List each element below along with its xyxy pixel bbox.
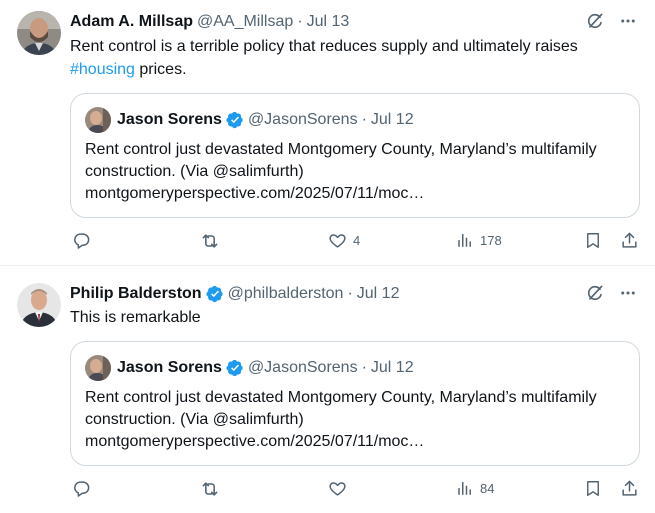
tweet-text-part: Rent control is a terrible policy that r…	[70, 38, 578, 55]
bookmark-icon	[584, 231, 602, 250]
quote-avatar	[85, 107, 111, 133]
like-icon	[328, 479, 347, 498]
quote-text: Rent control just devastated Montgomery …	[85, 141, 597, 202]
reply-icon	[72, 231, 91, 250]
author-handle[interactable]: @AA_Millsap	[197, 13, 293, 31]
like-button[interactable]	[328, 479, 353, 498]
avatar[interactable]	[17, 11, 61, 55]
views-icon	[456, 231, 474, 249]
top-icons	[585, 283, 637, 303]
retweet-button[interactable]	[200, 231, 226, 251]
avatar[interactable]	[17, 283, 61, 327]
reply-icon	[72, 479, 91, 498]
tweet-date[interactable]: Jul 13	[307, 13, 350, 31]
author-name[interactable]: Philip Balderston	[70, 285, 202, 303]
tweet-header: Adam A. Millsap @AA_Millsap · Jul 13	[70, 11, 565, 33]
top-icons	[585, 11, 637, 31]
grok-icon[interactable]	[585, 283, 605, 303]
retweet-icon	[200, 231, 220, 251]
retweet-icon	[200, 479, 220, 499]
like-button[interactable]: 4	[328, 231, 360, 250]
quote-author-handle: @JasonSorens	[247, 111, 358, 128]
quote-header: Jason Sorens @JasonSorens · Jul 12	[85, 355, 414, 381]
quote-author-name: Jason Sorens	[117, 111, 222, 128]
quote-author-handle: @JasonSorens	[247, 359, 358, 376]
share-button[interactable]	[620, 231, 639, 250]
reply-button[interactable]	[72, 231, 97, 250]
views-count: 84	[480, 480, 495, 496]
tweet[interactable]: Philip Balderston @philbalderston · Jul …	[0, 266, 655, 513]
verified-icon	[205, 285, 224, 303]
tweet-text: This is remarkable	[70, 309, 201, 326]
author-name[interactable]: Adam A. Millsap	[70, 13, 193, 31]
hashtag-link[interactable]: #housing	[70, 61, 135, 78]
share-button[interactable]	[620, 479, 639, 498]
grok-icon[interactable]	[585, 11, 605, 31]
tweet-text: Rent control is a terrible policy that r…	[70, 35, 635, 81]
quote-avatar	[85, 355, 111, 381]
bookmark-button[interactable]	[584, 479, 602, 498]
share-icon	[620, 479, 639, 498]
like-count: 4	[353, 233, 361, 248]
separator: ·	[347, 285, 353, 302]
retweet-button[interactable]	[200, 479, 226, 499]
views-icon	[456, 479, 474, 497]
more-icon[interactable]	[619, 12, 637, 30]
verified-icon	[226, 111, 244, 129]
more-icon[interactable]	[619, 284, 637, 302]
action-bar: 4 178	[70, 231, 640, 255]
tweet-header: Philip Balderston @philbalderston · Jul …	[70, 283, 565, 305]
views-button[interactable]: 178	[456, 231, 502, 249]
tweet-date[interactable]: Jul 12	[357, 285, 400, 303]
tweet-text-part: prices.	[134, 61, 187, 78]
views-button[interactable]: 84	[456, 479, 494, 497]
action-bar: 84	[70, 479, 640, 503]
author-handle[interactable]: @philbalderston	[228, 285, 344, 303]
quote-header: Jason Sorens @JasonSorens · Jul 12	[85, 107, 414, 133]
quote-author-name: Jason Sorens	[117, 359, 222, 376]
tweet[interactable]: Adam A. Millsap @AA_Millsap · Jul 13 Ren…	[0, 0, 655, 265]
quote-date: Jul 12	[370, 359, 414, 376]
quoted-tweet[interactable]: Jason Sorens @JasonSorens · Jul 12 Rent …	[70, 93, 640, 218]
share-icon	[620, 231, 639, 250]
separator: ·	[361, 359, 367, 376]
bookmark-icon	[584, 479, 602, 498]
reply-button[interactable]	[72, 479, 97, 498]
quoted-tweet[interactable]: Jason Sorens @JasonSorens · Jul 12 Rent …	[70, 341, 640, 466]
separator: ·	[297, 13, 303, 30]
verified-icon	[226, 359, 244, 377]
quote-text: Rent control just devastated Montgomery …	[85, 389, 597, 450]
quote-date: Jul 12	[370, 111, 414, 128]
bookmark-button[interactable]	[584, 231, 602, 250]
separator: ·	[361, 111, 367, 128]
views-count: 178	[480, 232, 502, 248]
like-icon	[328, 231, 347, 250]
